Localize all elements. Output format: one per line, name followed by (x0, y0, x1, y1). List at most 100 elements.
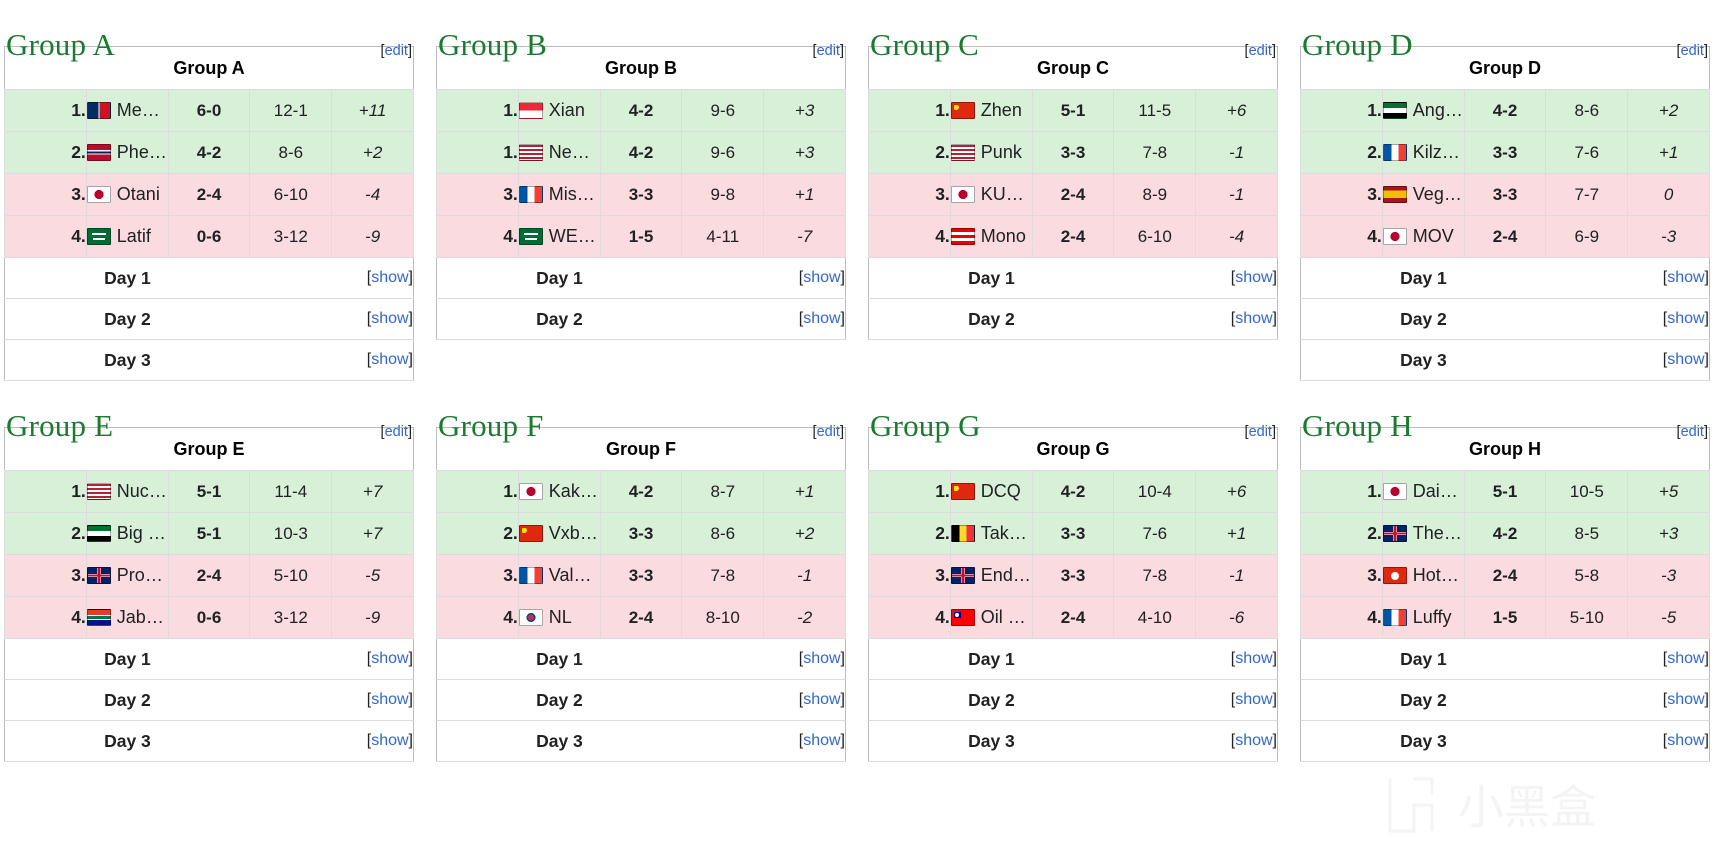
day-row: Day 1 [show] (868, 638, 1278, 680)
player-cell[interactable]: JabhiM (85, 596, 169, 639)
day-label: Day 2 (4, 679, 250, 721)
player-cell[interactable]: Takamura (949, 512, 1033, 555)
game-record-cell: 7-7 (1545, 173, 1629, 216)
edit-link[interactable]: [edit] (381, 423, 412, 441)
player-cell[interactable]: NL (517, 596, 601, 639)
player-cell[interactable]: The4philzz (1381, 512, 1465, 555)
edit-link[interactable]: [edit] (381, 42, 412, 60)
day-show-toggle[interactable]: [show] (1545, 298, 1710, 340)
player-cell[interactable]: Valmaster (517, 554, 601, 597)
group-block-group-h: Group H [edit]Group H 1. Daigo Umehara5-110… (1300, 381, 1710, 762)
player-cell[interactable]: Punk (949, 131, 1033, 174)
player-cell[interactable]: Otani (85, 173, 169, 216)
match-record-cell: 3-3 (599, 173, 683, 216)
player-cell[interactable]: AngryBird (1381, 89, 1465, 132)
player-cell[interactable]: Vxbao (517, 512, 601, 555)
rank-cell: 1. (1300, 470, 1383, 513)
standings-table: Group B1.Xian4-29-6+31.Nephew4-29-6+33.M… (436, 46, 846, 340)
match-record-cell: 4-2 (1463, 512, 1547, 555)
player-name: Daigo Umehara (1412, 481, 1463, 501)
player-cell[interactable]: KUDO (949, 173, 1033, 216)
rank-cell: 4. (1300, 596, 1383, 639)
flag-japan-icon (519, 483, 543, 500)
player-cell[interactable]: HotDog29 (1381, 554, 1465, 597)
player-cell[interactable]: Mister Crimson (517, 173, 601, 216)
day-show-toggle[interactable]: [show] (1113, 257, 1278, 299)
edit-link[interactable]: [edit] (1245, 42, 1276, 60)
player-cell[interactable]: Xian (517, 89, 601, 132)
day-label: Day 1 (868, 638, 1114, 680)
player-name: HotDog29 (1412, 565, 1464, 585)
player-name: Kakeru (548, 481, 599, 501)
player-cell[interactable]: WESS (517, 215, 601, 258)
day-show-toggle[interactable]: [show] (681, 257, 846, 299)
match-record-cell: 5-1 (1463, 470, 1547, 513)
table-row: 2. Big Bird5-110-3+7 (4, 512, 414, 555)
game-record-cell: 5-10 (249, 554, 333, 597)
day-label: Day 1 (1300, 257, 1546, 299)
day-show-toggle[interactable]: [show] (1545, 720, 1710, 762)
day-show-toggle[interactable]: [show] (1545, 679, 1710, 721)
player-cell[interactable]: Zhen (949, 89, 1033, 132)
player-cell[interactable]: NuckleDu (85, 470, 169, 513)
day-show-toggle[interactable]: [show] (249, 638, 414, 680)
day-show-toggle[interactable]: [show] (249, 298, 414, 340)
day-show-toggle[interactable]: [show] (1113, 298, 1278, 340)
player-cell[interactable]: DCQ (949, 470, 1033, 513)
table-row: 3. Valmaster3-37-8-1 (436, 554, 846, 597)
day-show-toggle[interactable]: [show] (1113, 720, 1278, 762)
day-show-toggle[interactable]: [show] (681, 720, 846, 762)
day-show-toggle[interactable]: [show] (1545, 339, 1710, 381)
day-show-toggle[interactable]: [show] (249, 720, 414, 762)
player-cell[interactable]: Phenom (85, 131, 169, 174)
rank-cell: 3. (868, 173, 951, 216)
player-cell[interactable]: Mono (949, 215, 1033, 258)
game-record-cell: 4-10 (1113, 596, 1197, 639)
group-heading: Group F [edit] (436, 381, 846, 443)
day-show-toggle[interactable]: [show] (1545, 257, 1710, 299)
edit-link[interactable]: [edit] (813, 42, 844, 60)
player-cell[interactable]: EndingWalker (949, 554, 1033, 597)
player-cell[interactable]: MenaRD (85, 89, 169, 132)
day-show-toggle[interactable]: [show] (681, 298, 846, 340)
player-cell[interactable]: VegaPatch (1381, 173, 1465, 216)
flag-china-icon (951, 102, 975, 119)
player-name: Zhen (980, 100, 1022, 120)
player-cell[interactable]: Big Bird (85, 512, 169, 555)
day-show-toggle[interactable]: [show] (249, 339, 414, 381)
game-record-cell: 5-10 (1545, 596, 1629, 639)
player-cell[interactable]: Daigo Umehara (1381, 470, 1465, 513)
day-show-toggle[interactable]: [show] (249, 257, 414, 299)
player-cell[interactable]: Nephew (517, 131, 601, 174)
game-record-cell: 7-8 (681, 554, 765, 597)
edit-link[interactable]: [edit] (813, 423, 844, 441)
flag-united-states-icon (519, 144, 543, 161)
edit-link[interactable]: [edit] (1245, 423, 1276, 441)
day-show-toggle[interactable]: [show] (1113, 679, 1278, 721)
player-name: VegaPatch (1412, 184, 1463, 204)
day-show-toggle[interactable]: [show] (1545, 638, 1710, 680)
player-cell[interactable]: Problem X (85, 554, 169, 597)
player-cell[interactable]: Luffy (1381, 596, 1465, 639)
edit-link[interactable]: [edit] (1677, 423, 1708, 441)
rank-cell: 2. (868, 131, 951, 174)
game-record-cell: 9-6 (681, 89, 765, 132)
day-show-toggle[interactable]: [show] (681, 679, 846, 721)
table-row: 3. Mister Crimson3-39-8+1 (436, 173, 846, 216)
day-label: Day 2 (868, 679, 1114, 721)
day-show-toggle[interactable]: [show] (1113, 638, 1278, 680)
game-record-cell: 11-5 (1113, 89, 1197, 132)
page-title: Group H (1302, 407, 1413, 443)
edit-link[interactable]: [edit] (1677, 42, 1708, 60)
day-show-toggle[interactable]: [show] (681, 638, 846, 680)
table-row: 3. VegaPatch3-37-70 (1300, 173, 1710, 216)
player-cell[interactable]: Kilzyou (1381, 131, 1465, 174)
player-name: JabhiM (116, 607, 167, 627)
player-cell[interactable]: Latif (85, 215, 169, 258)
player-cell[interactable]: Kakeru (517, 470, 601, 513)
day-show-toggle[interactable]: [show] (249, 679, 414, 721)
game-diff-cell: +3 (763, 131, 846, 174)
day-row: Day 1 [show] (4, 638, 414, 680)
player-cell[interactable]: Oil King (949, 596, 1033, 639)
player-cell[interactable]: MOV (1381, 215, 1465, 258)
